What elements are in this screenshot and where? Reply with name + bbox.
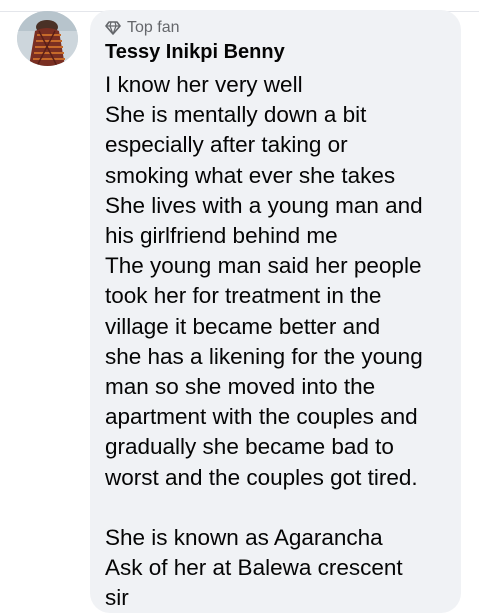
comment-text: I know her very well She is mentally dow… — [105, 72, 423, 611]
comment-author[interactable]: Tessy Inikpi Benny — [105, 40, 447, 64]
comment-bubble: Top fan Tessy Inikpi Benny I know her ve… — [90, 10, 461, 613]
diamond-icon — [105, 21, 121, 35]
avatar-image — [17, 11, 78, 66]
badge-label: Top fan — [127, 19, 180, 36]
avatar[interactable] — [17, 11, 78, 66]
top-fan-badge: Top fan — [105, 18, 447, 38]
